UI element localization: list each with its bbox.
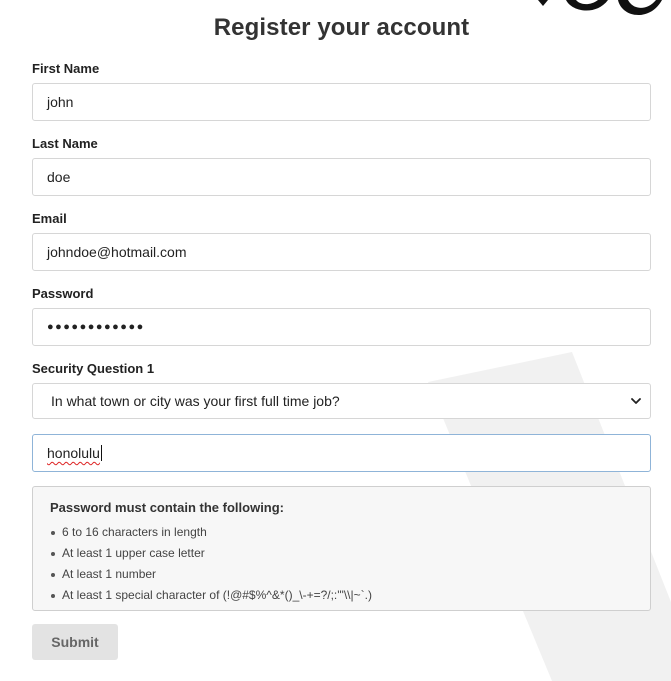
list-item: At least 1 number bbox=[50, 564, 633, 585]
chevron-down-icon bbox=[631, 398, 641, 404]
security-question-label: Security Question 1 bbox=[32, 361, 155, 376]
password-value: ●●●●●●●●●●●● bbox=[47, 321, 145, 333]
submit-button[interactable]: Submit bbox=[32, 624, 118, 660]
password-requirements-box: Password must contain the following: 6 t… bbox=[32, 486, 651, 611]
password-requirements-title: Password must contain the following: bbox=[50, 500, 285, 515]
email-label: Email bbox=[32, 211, 67, 226]
list-item: 6 to 16 characters in length bbox=[50, 522, 633, 543]
security-question-selected: In what town or city was your first full… bbox=[51, 393, 340, 409]
list-item: At least 1 special character of (!@#$%^&… bbox=[50, 585, 633, 606]
list-item: At least 1 upper case letter bbox=[50, 543, 633, 564]
security-answer-input[interactable]: honolulu bbox=[32, 434, 651, 472]
password-input[interactable]: ●●●●●●●●●●●● bbox=[32, 308, 651, 346]
text-caret bbox=[100, 445, 102, 461]
first-name-label: First Name bbox=[32, 61, 100, 76]
email-input[interactable]: johndoe@hotmail.com bbox=[32, 233, 651, 271]
page-title: Register your account bbox=[213, 14, 470, 41]
security-question-select[interactable]: In what town or city was your first full… bbox=[32, 383, 651, 419]
first-name-value: john bbox=[47, 94, 74, 110]
first-name-input[interactable]: john bbox=[32, 83, 651, 121]
security-answer-value: honolulu bbox=[47, 445, 100, 461]
last-name-input[interactable]: doe bbox=[32, 158, 651, 196]
last-name-value: doe bbox=[47, 169, 71, 185]
last-name-label: Last Name bbox=[32, 136, 98, 151]
email-value: johndoe@hotmail.com bbox=[47, 244, 187, 260]
password-label: Password bbox=[32, 286, 94, 301]
password-requirements-list: 6 to 16 characters in length At least 1 … bbox=[50, 522, 633, 606]
